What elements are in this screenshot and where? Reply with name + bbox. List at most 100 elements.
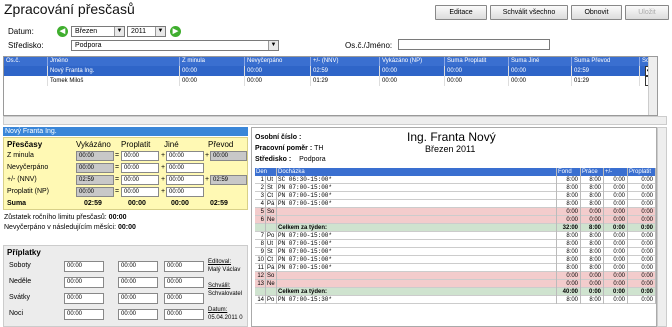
refresh-button[interactable]: Obnovit: [571, 5, 622, 20]
attendance-value: 0:00: [628, 232, 656, 240]
summary-proplatit-input[interactable]: 00:00: [121, 187, 159, 197]
surcharge-input[interactable]: 00:00: [164, 293, 204, 304]
day-number: 3: [255, 192, 266, 200]
surcharge-input[interactable]: 00:00: [64, 277, 104, 288]
attendance-row: 2 St PN 07:00-15:00* 8:00 8:00 0:00 0:00: [255, 184, 656, 192]
grid-vertical-scrollbar[interactable]: [648, 57, 657, 115]
grid-col-header[interactable]: Suma Proplatit: [445, 57, 509, 66]
surcharge-input[interactable]: 00:00: [164, 261, 204, 272]
attendance-header: Den Docházka Fond Práce +/- Proplatit: [255, 168, 656, 176]
employee-label: Os.č./Jméno:: [345, 41, 393, 50]
surcharge-input[interactable]: 00:00: [118, 277, 158, 288]
surcharges-box: Příplatky Soboty 00:00 00:00 00:00 Neděle 00:0…: [3, 245, 248, 327]
day-number: 12: [255, 272, 266, 280]
attendance-value: 8:00: [581, 176, 604, 184]
attendance-row: 12 So 0:00 0:00 0:00 0:00: [255, 272, 656, 280]
weekday: So: [266, 208, 277, 216]
weekday: Po: [266, 232, 277, 240]
grid-col-header[interactable]: +/- (NNV): [311, 57, 380, 66]
plus-sign: +: [205, 176, 210, 183]
surcharge-input[interactable]: 00:00: [64, 309, 104, 320]
attendance-entry: [277, 208, 557, 216]
summary-proplatit-input[interactable]: 00:00: [121, 175, 159, 185]
grid-col-header[interactable]: Os.č.: [4, 57, 48, 66]
grid-col-header[interactable]: Z minula: [180, 57, 245, 66]
plus-sign: +: [161, 152, 166, 159]
surcharge-input[interactable]: 00:00: [118, 261, 158, 272]
personal-number-label: Osobní číslo :: [255, 134, 302, 141]
summary-jine-input[interactable]: 00:00: [166, 151, 204, 161]
attendance-value: 8:00: [581, 296, 604, 304]
sum-label: Suma: [7, 200, 27, 207]
surcharge-input[interactable]: 00:00: [118, 293, 158, 304]
weekday: So: [266, 272, 277, 280]
next-month-icon[interactable]: ▶: [170, 26, 181, 37]
save-button[interactable]: Uložit: [625, 5, 669, 20]
surcharge-input[interactable]: 00:00: [64, 261, 104, 272]
attendance-row: 7 Po PN 07:00-15:00* 8:00 8:00 0:00 0:00: [255, 232, 656, 240]
attendance-col-header: Proplatit: [628, 168, 656, 176]
page-title: Zpracování přesčasů: [4, 1, 135, 17]
attendance-value: 0:00: [628, 176, 656, 184]
summary-proplatit-input[interactable]: 00:00: [121, 151, 159, 161]
surcharge-input[interactable]: 00:00: [64, 293, 104, 304]
surcharge-input[interactable]: 00:00: [164, 277, 204, 288]
summary-jine-input[interactable]: 00:00: [166, 175, 204, 185]
month-select[interactable]: Březen ▼: [71, 26, 125, 37]
attendance-value: 8:00: [581, 232, 604, 240]
attendance-value: 0:00: [628, 272, 656, 280]
attendance-value: 8:00: [581, 200, 604, 208]
table-row[interactable]: Tomek Miloš 00:00 00:00 01:29 00:00 00:00 00:0…: [4, 76, 657, 86]
summary-prevod: 02:59: [210, 175, 247, 185]
plus-sign: +: [161, 188, 166, 195]
attendance-row: 6 Ne 0:00 0:00 0:00 0:00: [255, 216, 656, 224]
grid-cell: [4, 66, 48, 76]
attendance-value: 0:00: [604, 224, 628, 232]
report-scrollbar[interactable]: [657, 127, 667, 327]
center-select[interactable]: Podpora ▼: [71, 40, 279, 51]
day-number: [255, 288, 266, 296]
summary-jine-input[interactable]: 00:00: [166, 187, 204, 197]
date-label: Datum:: [208, 307, 228, 313]
year-select[interactable]: 2011 ▼: [127, 26, 166, 37]
grid-col-header[interactable]: Vykázáno (NP): [380, 57, 445, 66]
grid-cell: Tomek Miloš: [48, 76, 180, 86]
attendance-value: 0:00: [557, 208, 581, 216]
summary-jine-input[interactable]: 00:00: [166, 163, 204, 173]
attendance-value: 8:00: [557, 240, 581, 248]
center-label: Středisko:: [8, 41, 44, 50]
day-number: 9: [255, 248, 266, 256]
grid-cell: 00:00: [445, 66, 509, 76]
summary-prevod: 00:00: [210, 151, 247, 161]
attendance-value: 0:00: [604, 264, 628, 272]
day-number: 4: [255, 200, 266, 208]
summary-proplatit-input[interactable]: 00:00: [121, 163, 159, 173]
prev-month-icon[interactable]: ◀: [57, 26, 68, 37]
summary-row-label: Z minula: [7, 152, 34, 159]
grid-col-header[interactable]: Nevyčerpáno: [245, 57, 311, 66]
employee-search-input[interactable]: [398, 39, 550, 50]
surcharge-input[interactable]: 00:00: [164, 309, 204, 320]
edited-by-label: Editoval:: [208, 259, 232, 265]
surcharge-input[interactable]: 00:00: [118, 309, 158, 320]
grid-horizontal-scrollbar[interactable]: [3, 116, 667, 125]
summary-row-label: Nevyčerpáno: [7, 164, 49, 171]
approve-all-button[interactable]: Schválit všechno: [490, 5, 568, 20]
sum-value: 02:59: [210, 200, 228, 207]
attendance-col-header: Fond: [557, 168, 581, 176]
summary-vykazano: 02:59: [76, 175, 114, 185]
attendance-value: 8:00: [581, 184, 604, 192]
grid-col-header[interactable]: Suma Jiné: [509, 57, 572, 66]
grid-col-header[interactable]: Suma Převod: [572, 57, 640, 66]
summary-col-header: Přesčasy: [7, 140, 43, 149]
grid-col-header[interactable]: Jméno: [48, 57, 180, 66]
edit-button[interactable]: Editace: [435, 5, 487, 20]
weekday: Čt: [266, 256, 277, 264]
surcharge-label: Neděle: [9, 278, 32, 285]
grid-cell: 00:00: [380, 76, 445, 86]
detail-header: Nový Franta Ing.: [3, 127, 248, 136]
attendance-row: Celkem za týden: 32:00 8:00 0:00 0:00: [255, 224, 656, 232]
employee-name: Ing. Franta Nový: [407, 130, 496, 144]
table-row[interactable]: Nový Franta Ing. 00:00 00:00 02:59 00:00 00:0…: [4, 66, 657, 76]
detail-panel: Nový Franta Ing. Přesčasy Vykázáno Proplat…: [3, 127, 248, 327]
